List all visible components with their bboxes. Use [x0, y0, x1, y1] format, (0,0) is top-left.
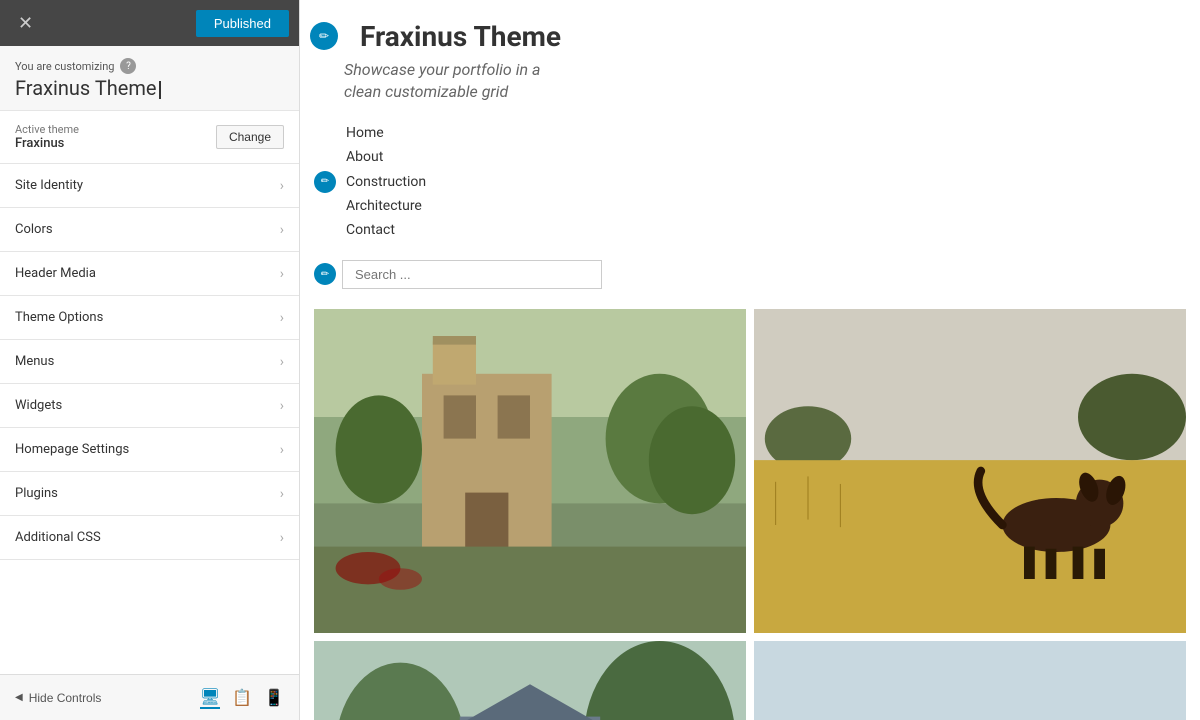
active-theme-section: Active theme Fraxinus Change — [0, 111, 299, 164]
menu-item-additional-css[interactable]: Additional CSS › — [0, 516, 299, 560]
menu-item-widgets[interactable]: Widgets › — [0, 384, 299, 428]
grid-image — [314, 309, 746, 633]
nav-links: HomeAbout ConstructionArchitectureContact — [346, 122, 426, 242]
menu-item-chevron: › — [280, 310, 284, 326]
bottom-bar: ◀ Hide Controls 🖥 📋 📱 — [0, 674, 299, 720]
active-theme-name: Fraxinus — [15, 136, 79, 151]
nav-link[interactable]: Home — [346, 122, 426, 144]
hide-controls-button[interactable]: ◀ Hide Controls — [15, 691, 101, 705]
menu-item-chevron: › — [280, 354, 284, 370]
site-identity-edit-icon[interactable]: ✏ — [310, 22, 338, 50]
site-tagline: Showcase your portfolio in aclean custom… — [344, 59, 1170, 104]
preview-search: ✏ — [300, 250, 1200, 299]
menu-item-label: Widgets — [15, 398, 62, 413]
close-button[interactable]: ✕ — [10, 9, 41, 38]
grid-image — [754, 309, 1186, 633]
menu-item-chevron: › — [280, 398, 284, 414]
menu-item-chevron: › — [280, 266, 284, 282]
desktop-icon[interactable]: 🖥 — [200, 687, 220, 709]
menu-item-label: Site Identity — [15, 178, 83, 193]
preview-header: ✏ Fraxinus Theme Showcase your portfolio… — [300, 0, 1200, 114]
nav-link[interactable]: About — [346, 146, 426, 168]
hide-controls-arrow: ◀ — [15, 692, 23, 703]
device-icons: 🖥 📋 📱 — [200, 687, 284, 709]
search-edit-icon[interactable]: ✏ — [314, 263, 336, 285]
menu-item-label: Plugins — [15, 486, 58, 501]
nav-link[interactable]: Architecture — [346, 195, 426, 217]
right-panel: ✏ Fraxinus Theme Showcase your portfolio… — [300, 0, 1200, 720]
menu-item-colors[interactable]: Colors › — [0, 208, 299, 252]
menu-item-label: Homepage Settings — [15, 442, 129, 457]
left-panel: ✕ Published You are customizing ? Fraxin… — [0, 0, 300, 720]
menu-item-chevron: › — [280, 222, 284, 238]
help-icon[interactable]: ? — [120, 58, 136, 74]
active-theme-label: Active theme — [15, 123, 79, 136]
menu-item-label: Colors — [15, 222, 53, 237]
top-bar: ✕ Published — [0, 0, 299, 46]
menu-item-label: Theme Options — [15, 310, 103, 325]
menu-item-site-identity[interactable]: Site Identity › — [0, 164, 299, 208]
grid-image — [754, 641, 1186, 720]
change-theme-button[interactable]: Change — [216, 125, 284, 149]
customizing-theme-name: Fraxinus Theme — [15, 76, 284, 100]
menu-item-label: Menus — [15, 354, 54, 369]
menu-item-theme-options[interactable]: Theme Options › — [0, 296, 299, 340]
menu-item-plugins[interactable]: Plugins › — [0, 472, 299, 516]
menu-item-header-media[interactable]: Header Media › — [0, 252, 299, 296]
preview-nav: ✏ HomeAbout ConstructionArchitectureConta… — [300, 114, 1200, 250]
search-input[interactable] — [342, 260, 602, 289]
customizing-section: You are customizing ? Fraxinus Theme — [0, 46, 299, 111]
mobile-icon[interactable]: 📱 — [264, 687, 284, 709]
nav-link[interactable]: Contact — [346, 219, 426, 241]
hide-controls-label: Hide Controls — [29, 691, 102, 705]
menu-item-chevron: › — [280, 530, 284, 546]
nav-link[interactable]: Construction — [346, 171, 426, 193]
menu-item-chevron: › — [280, 486, 284, 502]
tablet-icon[interactable]: 📋 — [232, 687, 252, 709]
menu-item-menus[interactable]: Menus › — [0, 340, 299, 384]
menu-item-chevron: › — [280, 178, 284, 194]
image-grid — [300, 299, 1200, 720]
grid-image — [314, 641, 746, 720]
menu-item-label: Additional CSS — [15, 530, 101, 545]
menu-item-chevron: › — [280, 442, 284, 458]
site-title: Fraxinus Theme — [360, 20, 561, 53]
customizing-label: You are customizing ? — [15, 58, 284, 74]
menu-items-list: Site Identity›Colors›Header Media›Theme … — [0, 164, 299, 674]
menu-item-homepage-settings[interactable]: Homepage Settings › — [0, 428, 299, 472]
nav-edit-icon[interactable]: ✏ — [314, 171, 336, 193]
active-theme-info: Active theme Fraxinus — [15, 123, 79, 151]
menu-item-label: Header Media — [15, 266, 96, 281]
cursor-indicator — [159, 81, 161, 99]
published-button[interactable]: Published — [196, 10, 289, 37]
